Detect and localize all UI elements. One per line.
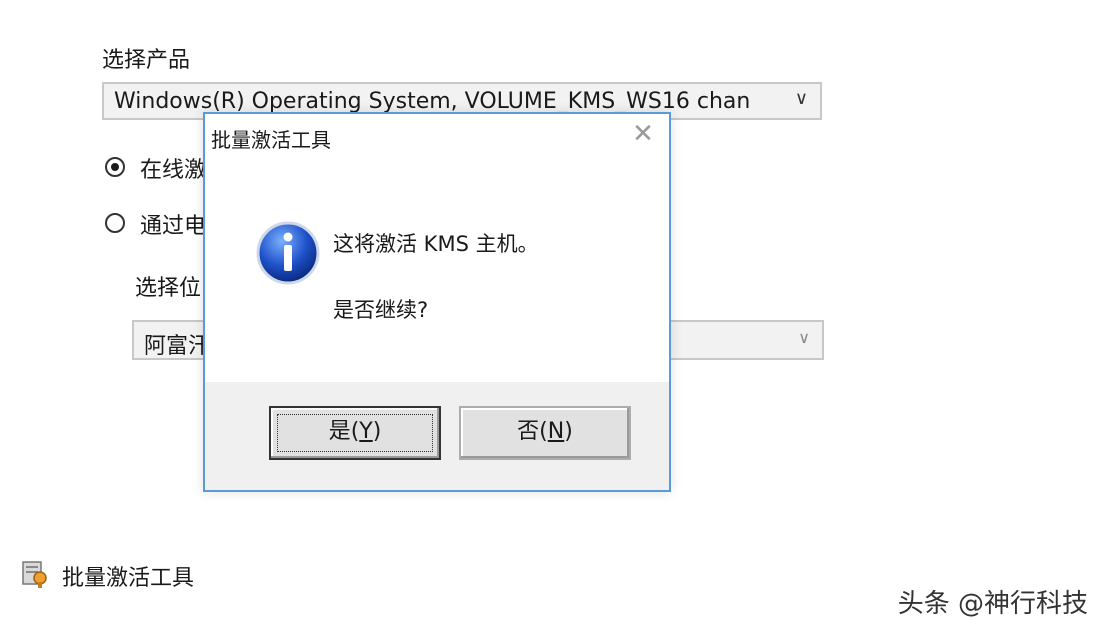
focus-rectangle	[277, 414, 433, 452]
dialog-message: 这将激活 KMS 主机。	[333, 232, 539, 256]
footer-tool-label: 批量激活工具	[62, 566, 195, 591]
dialog-title: 批量激活工具	[211, 128, 331, 152]
confirm-dialog: 批量激活工具 ✕ 这将激活 KMS 主机。 是否继续? 是(Y) 否(N)	[203, 112, 671, 492]
close-icon[interactable]: ✕	[629, 120, 657, 148]
watermark: 头条 @神行科技	[897, 589, 1088, 619]
no-button[interactable]: 否(N)	[459, 406, 631, 460]
chevron-down-icon: ∨	[794, 88, 808, 109]
dialog-body: 这将激活 KMS 主机。 是否继续?	[205, 162, 669, 382]
location-select-value: 阿富汗	[144, 334, 211, 359]
product-select-value: Windows(R) Operating System, VOLUME_KMS_…	[114, 89, 751, 114]
yes-button[interactable]: 是(Y)	[269, 406, 441, 460]
radio-phone-activation[interactable]	[105, 213, 125, 233]
location-label: 选择位	[135, 276, 202, 301]
volume-activation-tool-icon	[22, 561, 47, 588]
no-button-label: 否	[517, 419, 540, 444]
select-product-label: 选择产品	[102, 48, 191, 73]
dialog-footer: 是(Y) 否(N)	[205, 382, 669, 490]
dialog-question: 是否继续?	[333, 298, 429, 322]
radio-phone-label: 通过电	[140, 214, 207, 239]
chevron-down-icon: ∨	[798, 328, 810, 347]
radio-online-label: 在线激	[140, 158, 207, 183]
radio-online-activation[interactable]	[105, 157, 125, 177]
info-icon	[256, 221, 320, 285]
no-accel-key: N	[547, 419, 565, 444]
